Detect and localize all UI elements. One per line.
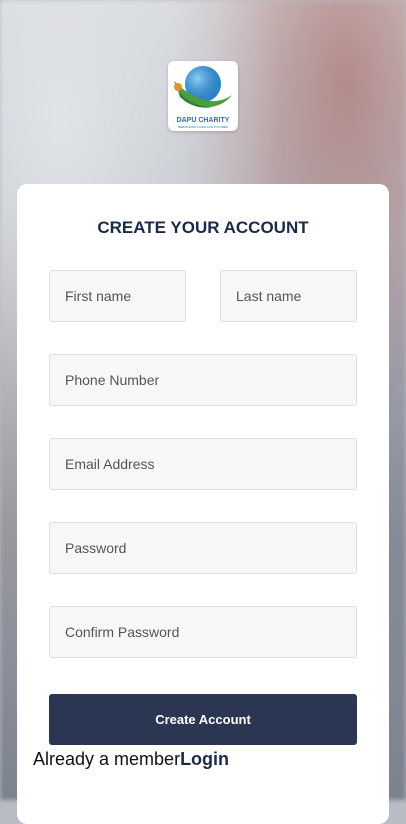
form-title: CREATE YOUR ACCOUNT: [97, 218, 309, 237]
last-name-input[interactable]: [220, 270, 357, 322]
logo-name: DAPU CHARITY: [176, 117, 230, 124]
login-prompt: Already a memberLogin: [33, 749, 229, 770]
app-logo: DAPU CHARITY REBUILDING LIVES FOR FUTURE…: [168, 61, 238, 131]
login-link[interactable]: Login: [180, 749, 229, 769]
email-address-input[interactable]: [49, 438, 357, 490]
confirm-password-input[interactable]: [49, 606, 357, 658]
phone-number-input[interactable]: [49, 354, 357, 406]
signup-card: CREATE YOUR ACCOUNT Create Account Alrea…: [17, 184, 389, 824]
logo-tagline: REBUILDING LIVES FOR FUTURES: [178, 125, 228, 129]
already-member-text: Already a member: [33, 749, 181, 769]
create-account-button[interactable]: Create Account: [49, 694, 357, 745]
dapu-charity-logo-icon: [174, 66, 232, 108]
first-name-input[interactable]: [49, 270, 186, 322]
password-input[interactable]: [49, 522, 357, 574]
